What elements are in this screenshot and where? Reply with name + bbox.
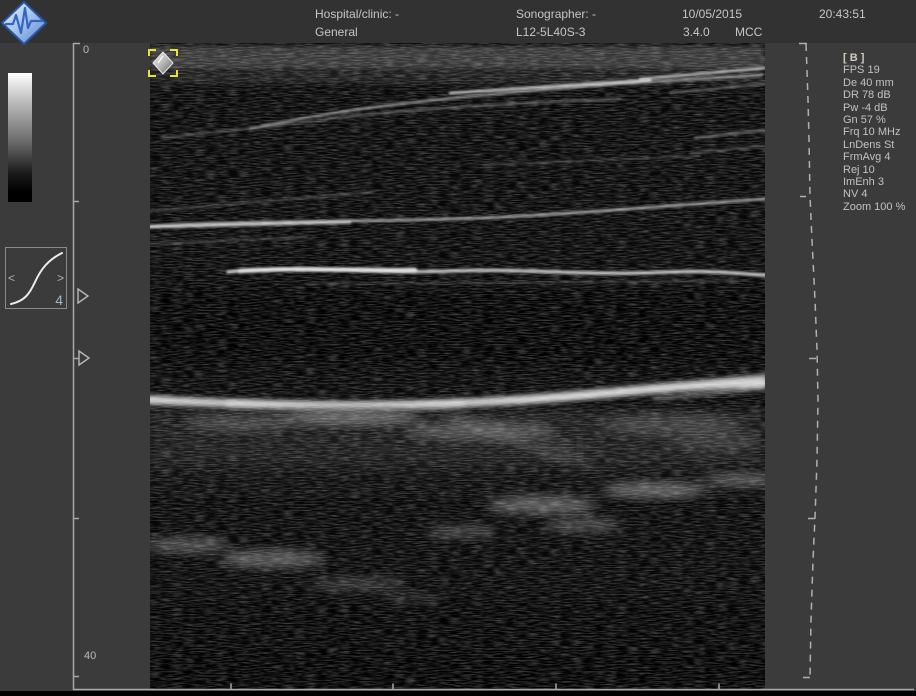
probe-label: L12-5L40S-3 — [516, 25, 585, 39]
preset-label: General — [315, 25, 358, 39]
depth-scale-bottom: 40 — [84, 650, 96, 662]
app-logo-icon — [1, 0, 48, 46]
param-depth: De 40 mm — [843, 77, 915, 89]
curve-prev-button[interactable]: < — [8, 272, 15, 284]
grayscale-bar — [8, 73, 32, 202]
param-rej: Rej 10 — [843, 164, 915, 176]
param-fps: FPS 19 — [843, 64, 915, 76]
param-nv: NV 4 — [843, 188, 915, 200]
depth-scale-top: 0 — [83, 44, 89, 56]
gamma-value: 4 — [55, 292, 63, 308]
tgc-curve[interactable] — [799, 44, 818, 678]
time-label: 20:43:51 — [819, 7, 866, 21]
param-dr: DR 78 dB — [843, 89, 915, 101]
param-freq: Frq 10 MHz — [843, 126, 915, 138]
focus-marker-icon[interactable] — [78, 289, 88, 303]
depth-ruler — [73, 43, 80, 690]
parameter-panel: [ B ] FPS 19 De 40 mm DR 78 dB Pw -4 dB … — [843, 52, 915, 213]
param-gain: Gn 57 % — [843, 114, 915, 126]
param-lndens: LnDens St — [843, 139, 915, 151]
speckle-noise-overlay — [150, 43, 765, 690]
param-imenh: ImEnh 3 — [843, 176, 915, 188]
param-pw: Pw -4 dB — [843, 102, 915, 114]
focus-marker-2-icon[interactable] — [79, 351, 89, 365]
ultrasound-app-screen: Hospital/clinic: - Sonographer: - 10/05/… — [0, 0, 916, 696]
bottom-strip — [0, 691, 916, 696]
param-frmavg: FrmAvg 4 — [843, 151, 915, 163]
sonographer-label: Sonographer: - — [516, 7, 596, 21]
date-label: 10/05/2015 — [682, 7, 742, 21]
curve-next-button[interactable]: > — [57, 272, 64, 284]
header-bar — [0, 0, 916, 43]
gamma-curve-box[interactable]: < > 4 — [5, 247, 67, 309]
mode-indicator: [ B ] — [843, 52, 915, 64]
version-label: 3.4.0 — [683, 25, 710, 39]
hospital-label: Hospital/clinic: - — [315, 7, 399, 21]
ultrasound-image[interactable] — [150, 43, 765, 690]
mcc-flag: MCC — [735, 25, 762, 39]
param-zoom: Zoom 100 % — [843, 201, 915, 213]
